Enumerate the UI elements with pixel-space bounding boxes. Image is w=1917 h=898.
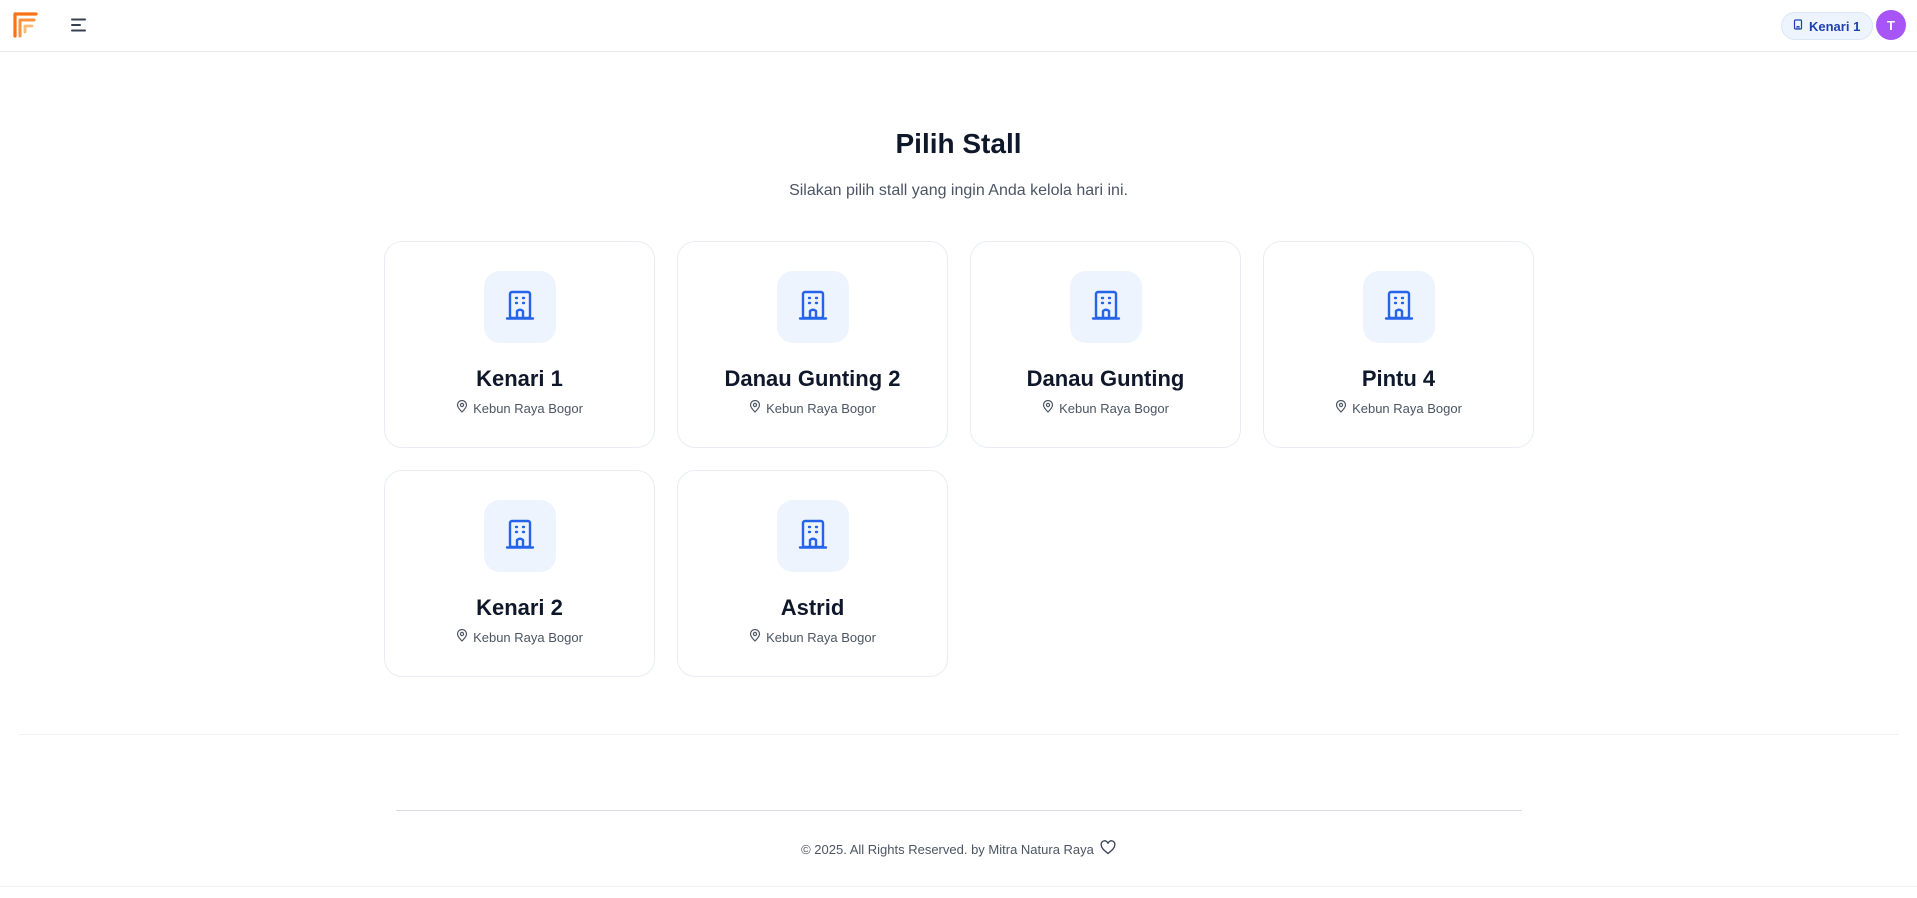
- stall-name: Kenari 2: [476, 595, 563, 620]
- map-pin-icon: [749, 399, 761, 416]
- building-icon: [505, 289, 535, 326]
- footer-divider: [396, 810, 1522, 811]
- stall-name: Astrid: [780, 595, 845, 620]
- stall-name: Danau Gunting: [1026, 366, 1185, 391]
- heart-icon: [1100, 840, 1116, 858]
- stall-card-danau-gunting[interactable]: Danau Gunting Kebun Raya Bogor: [970, 241, 1241, 448]
- building-icon: [505, 518, 535, 555]
- building-icon: [798, 518, 828, 555]
- building-icon: [798, 289, 828, 326]
- stall-location-text: Kebun Raya Bogor: [473, 629, 583, 645]
- current-stall-label: Kenari 1: [1809, 18, 1861, 34]
- page-title: Pilih Stall: [895, 128, 1022, 159]
- map-pin-icon: [749, 628, 761, 645]
- brand-logo-icon[interactable]: [13, 11, 39, 39]
- stall-card-kenari-2[interactable]: Kenari 2 Kebun Raya Bogor: [384, 470, 655, 677]
- footer-copyright: © 2025. All Rights Reserved. by Mitra Na…: [801, 841, 1094, 857]
- stall-grid: Kenari 1 Kebun Raya Bogor Danau Gunting …: [384, 241, 1536, 677]
- menu-icon[interactable]: [68, 14, 90, 36]
- page-subtitle: Silakan pilih stall yang ingin Anda kelo…: [789, 182, 1128, 199]
- stall-location-text: Kebun Raya Bogor: [766, 400, 876, 416]
- stall-location: Kebun Raya Bogor: [1042, 399, 1169, 416]
- map-pin-icon: [1042, 399, 1054, 416]
- stall-location-text: Kebun Raya Bogor: [766, 629, 876, 645]
- stall-location: Kebun Raya Bogor: [1335, 399, 1462, 416]
- map-pin-icon: [456, 399, 468, 416]
- stall-location-text: Kebun Raya Bogor: [473, 400, 583, 416]
- building-icon: [1384, 289, 1414, 326]
- top-navbar: Kenari 1 T: [0, 0, 1917, 52]
- section-divider: [19, 734, 1899, 735]
- stall-card-pintu-4[interactable]: Pintu 4 Kebun Raya Bogor: [1263, 241, 1534, 448]
- page-bottom-edge: [0, 886, 1917, 887]
- user-avatar[interactable]: T: [1876, 10, 1906, 40]
- stall-icon-tile: [776, 500, 849, 572]
- map-pin-icon: [456, 628, 468, 645]
- stall-location: Kebun Raya Bogor: [749, 399, 876, 416]
- stall-card-danau-gunting-2[interactable]: Danau Gunting 2 Kebun Raya Bogor: [677, 241, 948, 448]
- map-pin-icon: [1335, 399, 1347, 416]
- stall-card-kenari-1[interactable]: Kenari 1 Kebun Raya Bogor: [384, 241, 655, 448]
- stall-icon-tile: [776, 271, 849, 343]
- current-stall-chip[interactable]: Kenari 1: [1781, 12, 1874, 40]
- stall-name: Danau Gunting 2: [724, 366, 901, 391]
- stall-card-astrid[interactable]: Astrid Kebun Raya Bogor: [677, 470, 948, 677]
- stall-location-text: Kebun Raya Bogor: [1059, 400, 1169, 416]
- building-icon: [1091, 289, 1121, 326]
- stall-location-text: Kebun Raya Bogor: [1352, 400, 1462, 416]
- footer: © 2025. All Rights Reserved. by Mitra Na…: [0, 840, 1917, 858]
- stall-icon-tile: [1069, 271, 1142, 343]
- stall-name: Pintu 4: [1361, 366, 1436, 391]
- stall-location: Kebun Raya Bogor: [456, 399, 583, 416]
- stall-icon-tile: [1362, 271, 1435, 343]
- building-icon: [1793, 17, 1803, 35]
- stall-name: Kenari 1: [476, 366, 563, 391]
- stall-icon-tile: [483, 271, 556, 343]
- stall-location: Kebun Raya Bogor: [749, 628, 876, 645]
- stall-location: Kebun Raya Bogor: [456, 628, 583, 645]
- stall-icon-tile: [483, 500, 556, 572]
